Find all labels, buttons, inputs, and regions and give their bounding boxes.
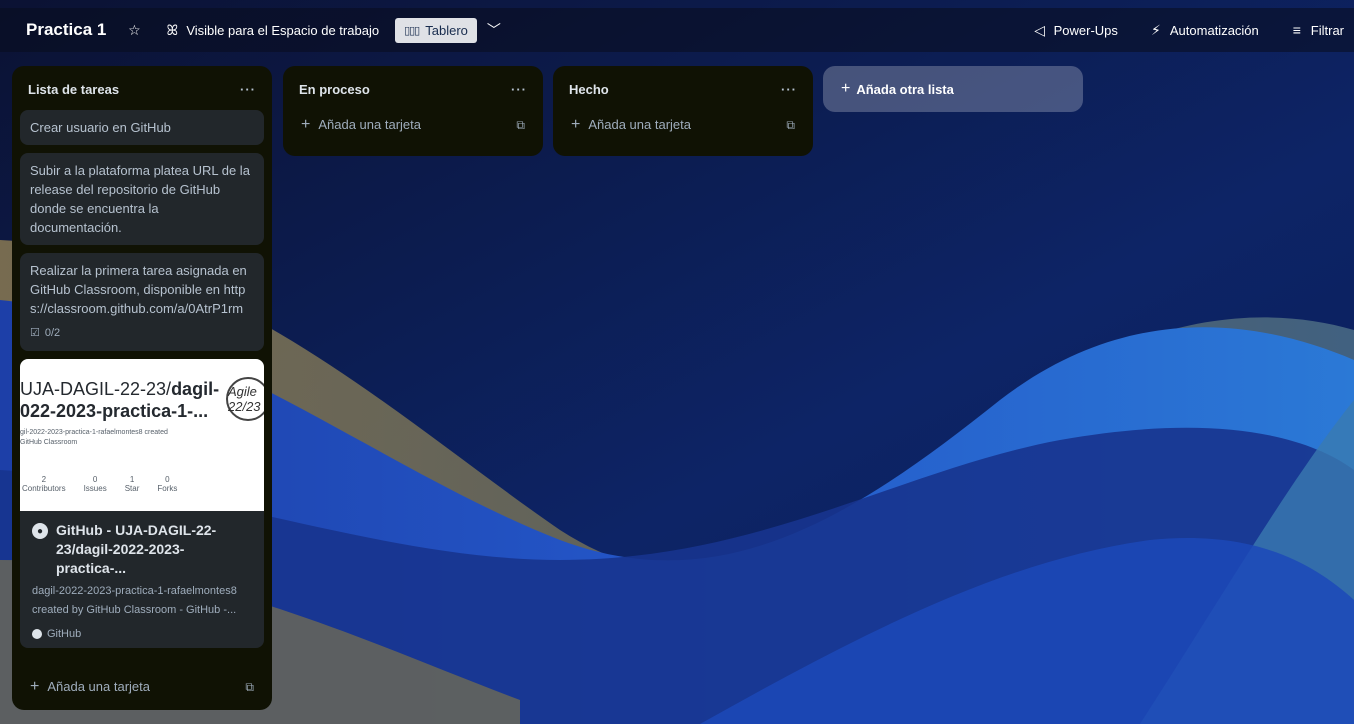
- board-view-icon: ▯▯▯: [404, 24, 420, 37]
- link-card-github[interactable]: UJA-DAGIL-22-23/dagil- 022-2023-practica…: [20, 359, 264, 648]
- list-title[interactable]: Hecho: [569, 82, 609, 97]
- automation-button[interactable]: ⚡ Automatización: [1142, 18, 1265, 43]
- link-source: GitHub: [32, 628, 254, 640]
- filter-button[interactable]: ≡ Filtrar: [1283, 18, 1350, 42]
- preview-title-line1: UJA-DAGIL-22-23/dagil-: [20, 379, 220, 399]
- visibility-label: Visible para el Espacio de trabajo: [186, 22, 380, 38]
- add-card-label: Añada una tarjeta: [47, 679, 150, 694]
- plus-icon: +: [301, 116, 311, 133]
- view-label: Tablero: [425, 22, 468, 38]
- add-card-label: Añada una tarjeta: [588, 117, 691, 132]
- link-preview-image: UJA-DAGIL-22-23/dagil- 022-2023-practica…: [20, 359, 264, 511]
- card-text: Realizar la primera tarea asignada en Gi…: [30, 263, 247, 316]
- powerups-label: Power-Ups: [1053, 22, 1118, 38]
- github-icon: [32, 629, 42, 639]
- list-header[interactable]: En proceso ···: [291, 74, 535, 104]
- preview-title-line2: 022-2023-practica-1-...: [20, 401, 209, 421]
- link-title[interactable]: ● GitHub - UJA-DAGIL-22-23/dagil-2022-20…: [32, 521, 254, 578]
- team-icon: ꕤ: [166, 21, 179, 38]
- add-card-button[interactable]: + Añada una tarjeta ⧉: [291, 110, 535, 140]
- checklist-count: 0/2: [44, 327, 61, 339]
- rocket-icon: ◁: [1034, 21, 1045, 38]
- add-card-label: Añada una tarjeta: [318, 117, 421, 132]
- more-icon[interactable]: ···: [240, 82, 256, 97]
- add-card-button[interactable]: + Añada una tarjeta ⧉: [20, 672, 264, 702]
- agile-logo: Agile 22/23: [226, 377, 264, 421]
- board-title[interactable]: Practica 1: [26, 20, 106, 40]
- star-button[interactable]: ☆: [120, 18, 148, 43]
- visibility-button[interactable]: ꕤ Visible para el Espacio de trabajo: [158, 18, 385, 43]
- checklist-badge: ☑ 0/2: [30, 324, 254, 343]
- powerups-button[interactable]: ◁ Power-Ups: [1026, 18, 1124, 43]
- list-en-proceso: En proceso ··· + Añada una tarjeta ⧉: [283, 66, 543, 156]
- list-header[interactable]: Hecho ···: [561, 74, 805, 104]
- chevron-down-icon[interactable]: ﹀: [487, 20, 501, 40]
- card-primera-tarea[interactable]: Realizar la primera tarea asignada en Gi…: [20, 253, 264, 351]
- list-title[interactable]: En proceso: [299, 82, 370, 97]
- plus-icon: +: [30, 678, 40, 695]
- plus-icon: +: [841, 80, 851, 97]
- add-list-label: Añada otra lista: [856, 81, 954, 97]
- more-icon[interactable]: ···: [511, 82, 527, 97]
- filter-icon: ≡: [1292, 22, 1301, 38]
- board-header: Practica 1 ☆ ꕤ Visible para el Espacio d…: [0, 8, 1354, 52]
- list-title[interactable]: Lista de tareas: [28, 82, 119, 97]
- card-text: Subir a la plataforma platea URL de la r…: [30, 163, 250, 235]
- automation-label: Automatización: [1169, 22, 1259, 38]
- add-list-button[interactable]: + Añada otra lista: [823, 66, 1083, 112]
- checklist-icon: ☑: [30, 327, 40, 339]
- preview-subtitle: gil-2022-2023-practica-1-rafaelmontes8 c…: [20, 429, 168, 446]
- list-lista-de-tareas: Lista de tareas ··· Crear usuario en Git…: [12, 66, 272, 710]
- preview-stats: 2 Contributors 0 Issues 1 Star 0 Forks: [22, 475, 178, 493]
- plus-icon: +: [571, 116, 581, 133]
- filter-label: Filtrar: [1310, 22, 1344, 38]
- template-icon[interactable]: ⧉: [786, 118, 795, 133]
- link-card-body: ● GitHub - UJA-DAGIL-22-23/dagil-2022-20…: [20, 511, 264, 648]
- more-icon[interactable]: ···: [781, 82, 797, 97]
- star-icon: ☆: [128, 21, 141, 38]
- bolt-icon: ⚡: [1150, 21, 1161, 38]
- add-card-button[interactable]: + Añada una tarjeta ⧉: [561, 110, 805, 140]
- template-icon[interactable]: ⧉: [516, 118, 525, 133]
- list-hecho: Hecho ··· + Añada una tarjeta ⧉: [553, 66, 813, 156]
- github-icon: ●: [32, 523, 48, 539]
- card-subir-url[interactable]: Subir a la plataforma platea URL de la r…: [20, 153, 264, 245]
- template-icon[interactable]: ⧉: [245, 680, 254, 695]
- view-switcher-button[interactable]: ▯▯▯ Tablero: [395, 17, 477, 43]
- list-header[interactable]: Lista de tareas ···: [20, 74, 264, 104]
- link-description: dagil-2022-2023-practica-1-rafaelmontes8…: [32, 585, 237, 616]
- card-text: Crear usuario en GitHub: [30, 120, 171, 135]
- card-crear-usuario[interactable]: Crear usuario en GitHub: [20, 110, 264, 145]
